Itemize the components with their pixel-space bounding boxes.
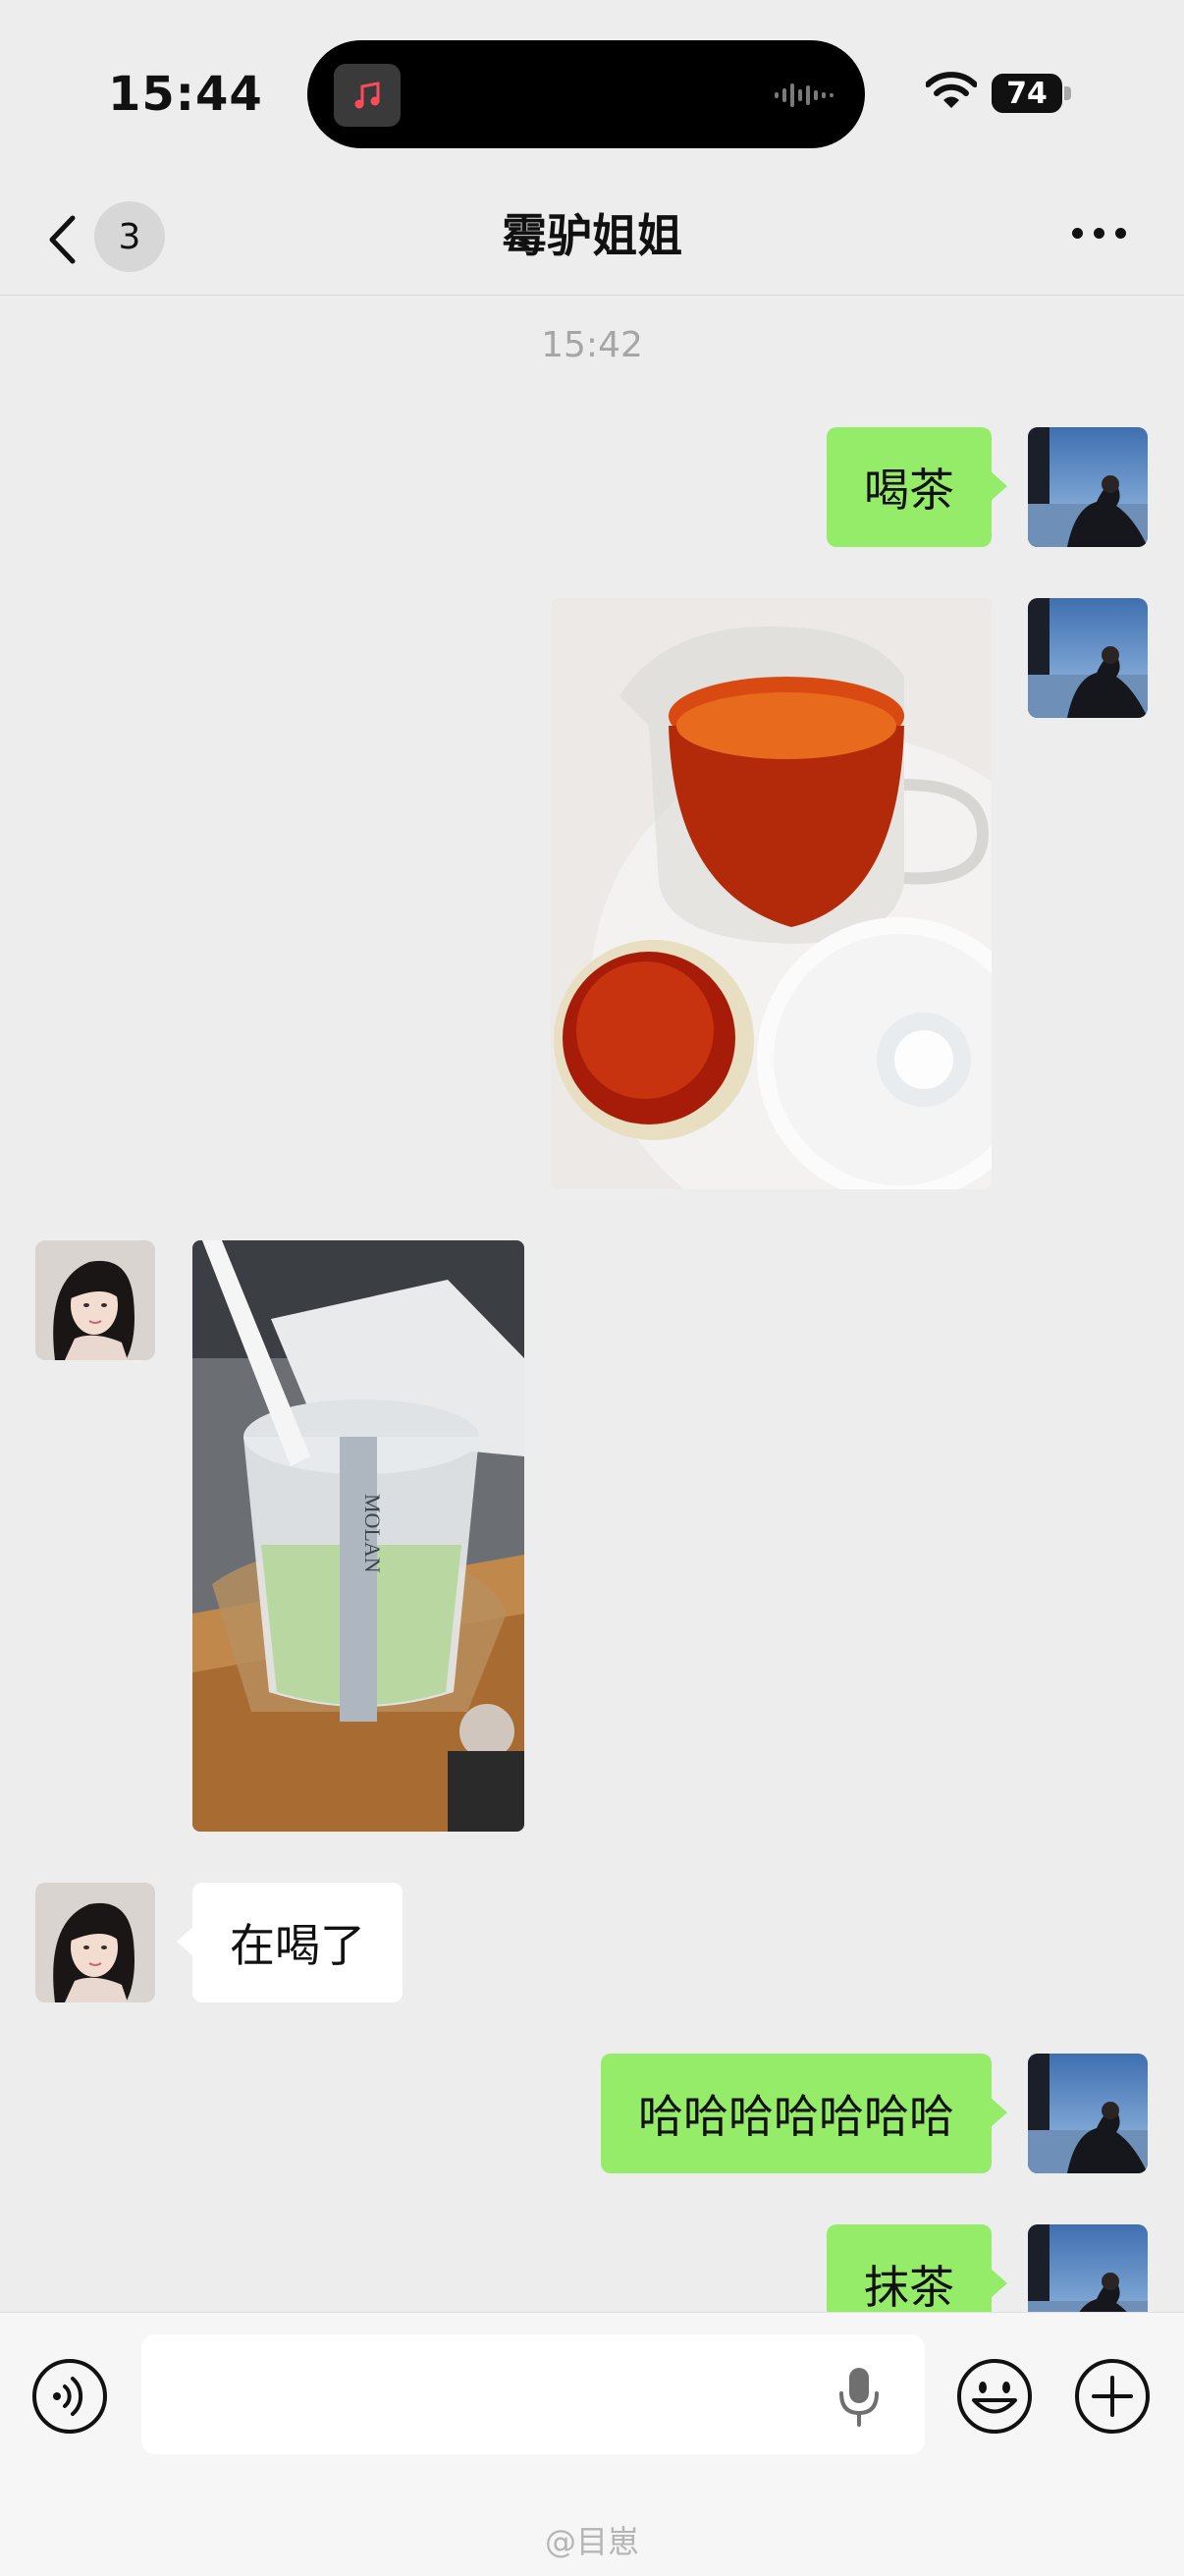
chat-title: 霉驴姐姐 <box>502 209 682 262</box>
dynamic-island[interactable] <box>307 40 865 148</box>
status-time: 15:44 <box>108 67 263 122</box>
my-avatar[interactable] <box>1028 427 1148 547</box>
music-app-icon[interactable] <box>334 64 401 127</box>
my-avatar[interactable] <box>1028 2054 1148 2173</box>
my-message-bubble[interactable]: 抹茶 <box>827 2224 1007 2312</box>
message-timestamp: 15:42 <box>541 325 643 365</box>
tea-pitcher-and-cups-photo[interactable] <box>551 598 992 1189</box>
battery-level: 74 <box>1006 77 1048 111</box>
message-input[interactable] <box>141 2334 925 2454</box>
audio-wave-icon <box>775 83 834 107</box>
plus-icon[interactable] <box>1074 2358 1151 2435</box>
emoji-icon[interactable] <box>956 2358 1033 2435</box>
input-bar: @目崽 <box>0 2312 1184 2576</box>
status-bar: 15:44 74 <box>0 0 1184 167</box>
contact-avatar[interactable] <box>35 1883 155 2002</box>
message-list[interactable]: 15:42 喝茶 MOLAN 在喝了 哈哈哈哈哈哈哈 抹茶 <box>0 296 1184 2312</box>
watermark: @目崽 <box>544 2523 639 2560</box>
voice-mode-icon[interactable] <box>31 2358 108 2435</box>
my-avatar[interactable] <box>1028 2224 1148 2312</box>
cup-brand-label: MOLAN <box>360 1494 385 1573</box>
matcha-cup-photo[interactable]: MOLAN <box>192 1240 524 1832</box>
more-dots-icon[interactable] <box>1070 218 1129 247</box>
wifi-icon <box>926 72 977 108</box>
my-message-bubble[interactable]: 喝茶 <box>827 427 1007 547</box>
my-avatar[interactable] <box>1028 598 1148 718</box>
microphone-icon[interactable] <box>836 2366 882 2427</box>
battery-icon: 74 <box>992 74 1062 113</box>
contact-avatar[interactable] <box>35 1240 155 1360</box>
chat-header: 3 霉驴姐姐 <box>0 167 1184 296</box>
battery-cap <box>1064 86 1071 100</box>
contact-message-bubble[interactable]: 在喝了 <box>177 1883 403 2002</box>
my-message-bubble[interactable]: 哈哈哈哈哈哈哈 <box>601 2054 1007 2173</box>
